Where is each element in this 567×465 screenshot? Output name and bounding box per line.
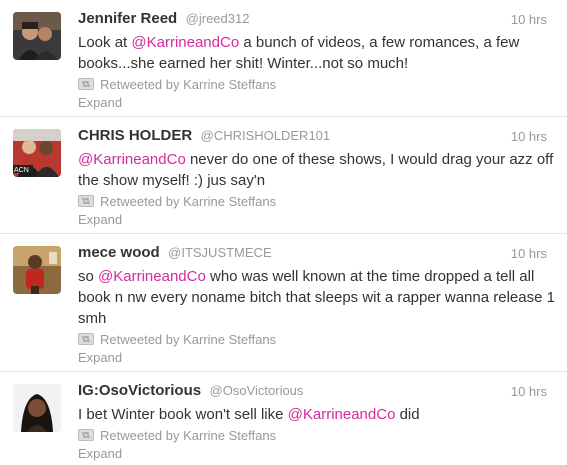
tweet-author-name[interactable]: Jennifer Reed [78, 10, 177, 27]
tweet-text-before: I bet Winter book won't sell like [78, 406, 288, 423]
tweet-text-after: did [395, 406, 420, 423]
svg-text:ACN: ACN [14, 167, 29, 174]
retweeted-by-label[interactable]: Retweeted by Karrine Steffans [100, 428, 276, 443]
tweet-author-name[interactable]: mece wood [78, 244, 160, 261]
avatar[interactable]: ACN [13, 129, 61, 177]
tweet-author-name[interactable]: CHRIS HOLDER [78, 127, 192, 144]
tweet-content: mece wood @ITSJUSTMECE 10 hrs so @Karrin… [78, 244, 557, 365]
expand-link[interactable]: Expand [78, 212, 557, 227]
tweet-timestamp[interactable]: 10 hrs [511, 129, 547, 144]
retweeted-by: Retweeted by Karrine Steffans [78, 330, 557, 348]
tweet-item[interactable]: mece wood @ITSJUSTMECE 10 hrs so @Karrin… [0, 234, 567, 372]
tweet-text: I bet Winter book won't sell like @Karri… [78, 404, 557, 425]
expand-link[interactable]: Expand [78, 350, 557, 365]
tweet-header: IG:OsoVictorious @OsoVictorious 10 hrs [78, 382, 557, 402]
tweet-header: CHRIS HOLDER @CHRISHOLDER101 10 hrs [78, 127, 557, 147]
tweet-timeline: Jennifer Reed @jreed312 10 hrs Look at @… [0, 0, 567, 465]
tweet-timestamp[interactable]: 10 hrs [511, 246, 547, 261]
retweeted-by-label[interactable]: Retweeted by Karrine Steffans [100, 77, 276, 92]
tweet-author-name[interactable]: IG:OsoVictorious [78, 382, 201, 399]
tweet-text: so @KarrineandCo who was well known at t… [78, 266, 557, 329]
expand-link[interactable]: Expand [78, 446, 557, 461]
tweet-mention-link[interactable]: @KarrineandCo [131, 34, 239, 51]
avatar[interactable] [13, 12, 61, 60]
tweet-item[interactable]: ACN CHRIS HOLDER @CHRISHOLDER101 10 hrs … [0, 117, 567, 234]
tweet-content: Jennifer Reed @jreed312 10 hrs Look at @… [78, 10, 557, 110]
retweet-icon [78, 429, 94, 441]
retweeted-by-label[interactable]: Retweeted by Karrine Steffans [100, 332, 276, 347]
tweet-text-before: so [78, 268, 99, 285]
tweet-content: IG:OsoVictorious @OsoVictorious 10 hrs I… [78, 382, 557, 461]
tweet-mention-link[interactable]: @KarrineandCo [288, 406, 396, 423]
tweet-author-handle[interactable]: @CHRISHOLDER101 [201, 128, 331, 143]
tweet-timestamp[interactable]: 10 hrs [511, 384, 547, 399]
tweet-header: Jennifer Reed @jreed312 10 hrs [78, 10, 557, 30]
tweet-item[interactable]: IG:OsoVictorious @OsoVictorious 10 hrs I… [0, 372, 567, 465]
tweet-content: CHRIS HOLDER @CHRISHOLDER101 10 hrs @Kar… [78, 127, 557, 227]
avatar[interactable] [13, 384, 61, 432]
tweet-mention-link[interactable]: @KarrineandCo [98, 268, 206, 285]
tweet-author-handle[interactable]: @ITSJUSTMECE [168, 245, 271, 260]
expand-link[interactable]: Expand [78, 95, 557, 110]
tweet-mention-link[interactable]: @KarrineandCo [78, 151, 186, 168]
avatar[interactable] [13, 246, 61, 294]
retweeted-by: Retweeted by Karrine Steffans [78, 75, 557, 93]
retweeted-by-label[interactable]: Retweeted by Karrine Steffans [100, 194, 276, 209]
tweet-text: Look at @KarrineandCo a bunch of videos,… [78, 32, 557, 74]
retweeted-by: Retweeted by Karrine Steffans [78, 426, 557, 444]
tweet-text-before: Look at [78, 34, 132, 51]
tweet-text: @KarrineandCo never do one of these show… [78, 149, 557, 191]
tweet-item[interactable]: Jennifer Reed @jreed312 10 hrs Look at @… [0, 0, 567, 117]
tweet-header: mece wood @ITSJUSTMECE 10 hrs [78, 244, 557, 264]
tweet-author-handle[interactable]: @OsoVictorious [210, 383, 304, 398]
tweet-author-handle[interactable]: @jreed312 [186, 11, 250, 26]
retweet-icon [78, 333, 94, 345]
retweet-icon [78, 195, 94, 207]
retweeted-by: Retweeted by Karrine Steffans [78, 192, 557, 210]
tweet-timestamp[interactable]: 10 hrs [511, 12, 547, 27]
retweet-icon [78, 78, 94, 90]
